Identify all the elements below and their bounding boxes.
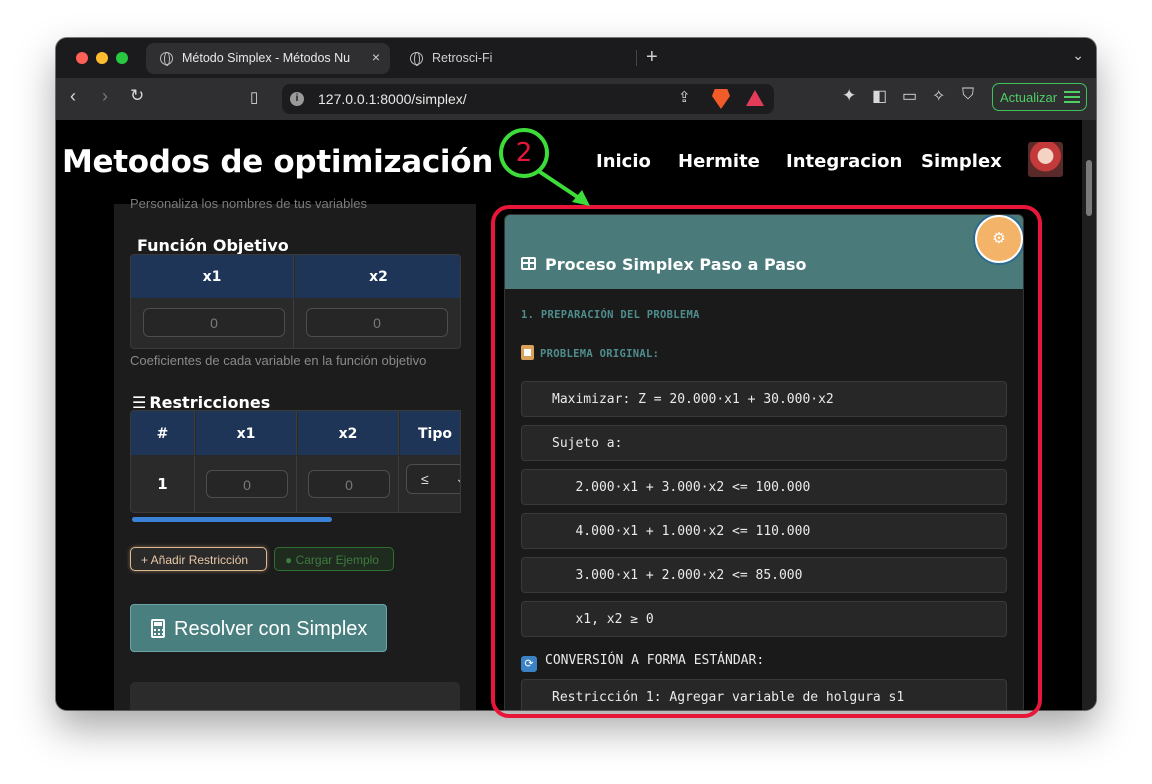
extensions-icon[interactable]: ✦	[842, 86, 856, 106]
load-example-label: Cargar Ejemplo	[295, 553, 379, 567]
annotation-arrow-icon	[538, 170, 590, 206]
annotation-highlight	[491, 205, 1042, 718]
leo-ai-icon[interactable]: ✧	[932, 86, 945, 106]
input-panel: Personaliza los nombres de tus variables…	[114, 196, 476, 710]
tab-title: Método Simplex - Métodos Nu	[182, 51, 351, 65]
maximize-window-button[interactable]	[116, 52, 128, 64]
new-tab-button[interactable]: +	[646, 46, 658, 69]
restrictions-header-x1: x1	[196, 411, 297, 455]
address-bar[interactable]: i 127.0.0.1:8000/simplex/ ⇪	[282, 84, 774, 114]
reload-icon[interactable]: ↻	[130, 86, 144, 106]
restriction-index: 1	[131, 456, 195, 512]
restrictions-header-index: #	[131, 411, 195, 455]
objective-header-x1: x1	[131, 255, 294, 298]
restriction-type-select[interactable]: ≤ ⌄	[406, 464, 460, 494]
close-icon[interactable]: ×	[372, 49, 380, 65]
close-window-button[interactable]	[76, 52, 88, 64]
brave-shields-icon[interactable]	[712, 89, 730, 109]
restrictions-header-tipo: Tipo	[400, 411, 460, 455]
restriction-cell: 0	[298, 456, 399, 512]
objective-title: Función Objetivo	[137, 236, 289, 255]
restrictions-header-x2: x2	[298, 411, 399, 455]
restriction-cell: ≤ ⌄	[400, 456, 460, 512]
tab-bar: Método Simplex - Métodos Nu × Retrosci-F…	[56, 38, 1096, 78]
globe-icon	[160, 52, 173, 66]
chevron-down-icon: ⌄	[455, 470, 460, 487]
share-icon[interactable]: ⇪	[678, 88, 691, 106]
objective-caption: Coeficientes de cada variable en la func…	[130, 353, 427, 368]
tab-separator	[636, 50, 637, 66]
restrictions-table: # x1 x2 Tipo 1 0 0 ≤ ⌄	[130, 410, 461, 513]
wallet-icon[interactable]: ▭	[902, 86, 917, 106]
horizontal-scrollbar[interactable]	[132, 517, 332, 522]
tab-title: Retrosci-Fi	[432, 51, 493, 65]
nav-simplex[interactable]: Simplex	[921, 151, 1002, 172]
calculator-icon	[151, 619, 165, 638]
objective-x2-input[interactable]: 0	[306, 308, 448, 337]
restriction-cell: 0	[196, 456, 297, 512]
objective-cell: 0	[131, 299, 294, 348]
site-brand[interactable]: Metodos de optimización	[62, 144, 493, 180]
brave-rewards-icon[interactable]	[746, 90, 764, 106]
tab-list-chevron-icon[interactable]: ⌄	[1072, 47, 1084, 64]
lightbulb-icon: ●	[285, 553, 293, 567]
nav-integracion[interactable]: Integracion	[786, 151, 902, 172]
tab-retroscifi[interactable]: Retrosci-Fi	[396, 43, 636, 74]
restriction-x1-input[interactable]: 0	[206, 470, 288, 498]
add-restriction-button[interactable]: + Añadir Restricción	[130, 547, 267, 571]
objective-header-x2: x2	[295, 255, 460, 298]
tab-simplex[interactable]: Método Simplex - Métodos Nu ×	[146, 43, 390, 74]
forward-icon[interactable]: ›	[102, 86, 108, 107]
sidebar-icon[interactable]: ◧	[872, 86, 887, 106]
objective-cell: 0	[295, 299, 460, 348]
menu-icon	[1064, 91, 1080, 103]
restriction-x2-input[interactable]: 0	[308, 470, 390, 498]
vpn-shield-icon[interactable]: ⛉	[962, 86, 974, 104]
nav-inicio[interactable]: Inicio	[596, 151, 651, 172]
nav-hermite[interactable]: Hermite	[678, 151, 760, 172]
scrollbar-thumb[interactable]	[1086, 160, 1092, 216]
restriction-type-value: ≤	[421, 471, 429, 487]
variables-hint: Personaliza los nombres de tus variables	[130, 196, 368, 211]
load-example-button[interactable]: ● Cargar Ejemplo	[274, 547, 394, 571]
solve-label: Resolver con Simplex	[174, 618, 368, 640]
avatar[interactable]	[1028, 142, 1063, 177]
objective-x1-input[interactable]: 0	[143, 308, 285, 337]
update-label: Actualizar	[1000, 90, 1058, 105]
page-scrollbar[interactable]	[1082, 120, 1096, 710]
solve-simplex-button[interactable]: Resolver con Simplex	[130, 604, 387, 652]
globe-icon	[410, 52, 423, 66]
bookmark-icon[interactable]: ▯	[250, 88, 258, 106]
objective-table: x1 x2 0 0	[130, 254, 461, 349]
browser-toolbar: ‹ › ↻ ▯ i 127.0.0.1:8000/simplex/ ⇪ ✦ ◧ …	[56, 78, 1096, 120]
site-info-icon[interactable]: i	[290, 92, 304, 106]
url-text[interactable]: 127.0.0.1:8000/simplex/	[318, 91, 467, 107]
results-card	[130, 682, 460, 710]
update-button[interactable]: Actualizar	[992, 83, 1087, 111]
back-icon[interactable]: ‹	[70, 86, 76, 107]
minimize-window-button[interactable]	[96, 52, 108, 64]
